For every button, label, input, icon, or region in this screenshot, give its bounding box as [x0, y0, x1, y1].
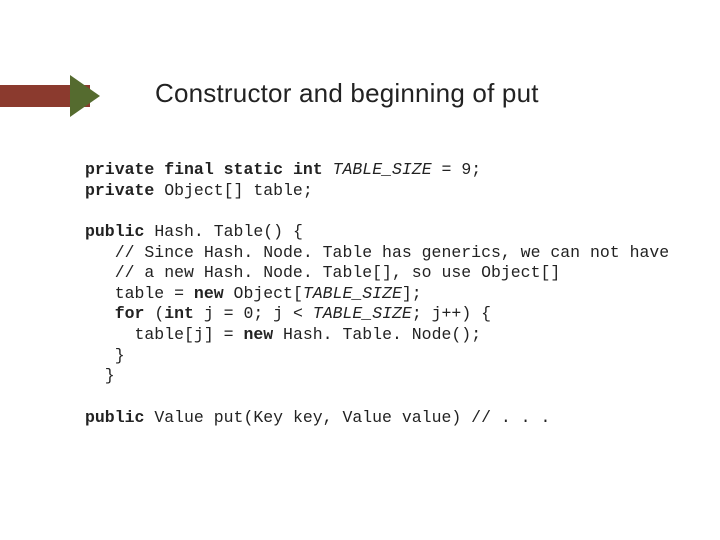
text-for3: ; j++) {: [412, 304, 491, 323]
text-put-sig: Value put(Key key, Value value) // . . .: [144, 408, 550, 427]
text-comment2: // a new Hash. Node. Table[], so use Obj…: [85, 263, 560, 282]
blank-line-2: [85, 387, 702, 408]
text-objarr: Object[] table;: [154, 181, 312, 200]
slide-title: Constructor and beginning of put: [155, 78, 539, 109]
blank-line-1: [85, 201, 702, 222]
text-inner1: table[j] =: [85, 325, 243, 344]
kw-int: int: [293, 160, 323, 179]
kw-for: for: [115, 304, 145, 323]
text-assign2: Object[: [224, 284, 303, 303]
kw-public-2: public: [85, 408, 144, 427]
code-block: private final static int TABLE_SIZE = 9;…: [85, 160, 702, 428]
kw-new-2: new: [243, 325, 273, 344]
const-table-size: TABLE_SIZE: [333, 160, 432, 179]
kw-private: private: [85, 160, 154, 179]
text-ctor-sig: Hash. Table() {: [144, 222, 302, 241]
arrow-ribbon: [0, 75, 105, 117]
text-assign3: ];: [402, 284, 422, 303]
const-table-size-2: TABLE_SIZE: [303, 284, 402, 303]
kw-final: final: [164, 160, 214, 179]
text-for1: (: [144, 304, 164, 323]
text-inner2: Hash. Table. Node();: [273, 325, 481, 344]
text-assign1: table =: [85, 284, 194, 303]
text-eq9: = 9;: [432, 160, 482, 179]
const-table-size-3: TABLE_SIZE: [313, 304, 412, 323]
kw-public: public: [85, 222, 144, 241]
text-close-ctor: }: [85, 366, 115, 385]
kw-int-2: int: [164, 304, 194, 323]
kw-private-2: private: [85, 181, 154, 200]
kw-static: static: [224, 160, 283, 179]
kw-new: new: [194, 284, 224, 303]
text-for2: j = 0; j <: [194, 304, 313, 323]
text-comment1: // Since Hash. Node. Table has generics,…: [85, 243, 669, 262]
text-close-inner: }: [85, 346, 125, 365]
ribbon-chevron: [70, 75, 100, 117]
